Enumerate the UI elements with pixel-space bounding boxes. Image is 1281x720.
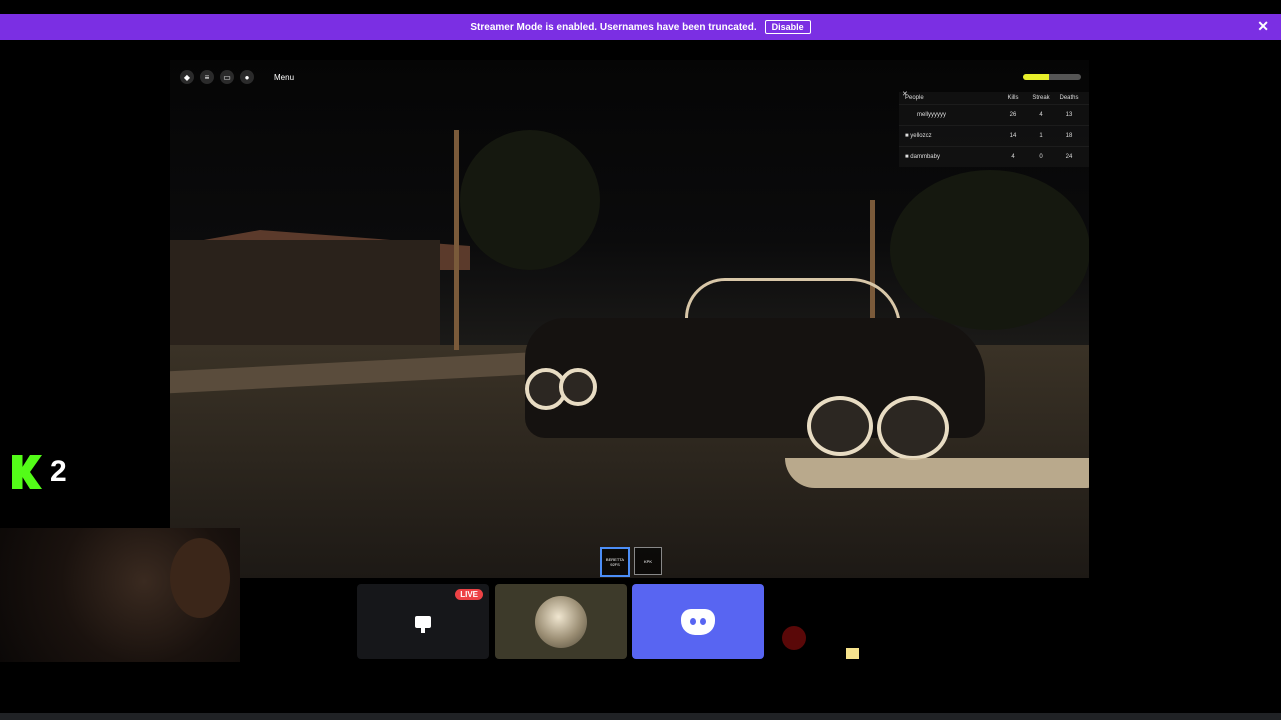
header-kills: Kills — [1007, 95, 1019, 101]
live-badge: LIVE — [455, 589, 483, 600]
leaderboard-row[interactable]: ■ dammbaby 4 0 24 — [899, 146, 1089, 167]
player-deaths: 18 — [1065, 133, 1073, 139]
tree — [460, 130, 600, 270]
hotbar-slot-kpk[interactable]: KPK — [634, 547, 662, 575]
disable-button[interactable]: Disable — [764, 20, 811, 34]
player-name: ■ dammbaby — [905, 154, 999, 160]
headlight — [559, 368, 597, 406]
player-name-text: yellozcz — [910, 133, 932, 139]
microphone-icon[interactable]: ● — [240, 70, 254, 84]
close-icon[interactable]: ✕ — [1257, 18, 1269, 35]
player-kills: 4 — [1011, 154, 1015, 160]
streamer-mode-banner: Streamer Mode is enabled. Usernames have… — [0, 14, 1281, 40]
headlight — [877, 396, 949, 460]
player-name: mellyyyyyy — [917, 112, 947, 118]
house — [170, 240, 440, 350]
roblox-icon[interactable]: ◆ — [180, 70, 194, 84]
player-kills: 26 — [1009, 112, 1017, 118]
health-fill — [1023, 74, 1050, 80]
player-kills: 14 — [1009, 133, 1017, 139]
monitor-icon — [415, 615, 431, 633]
player-deaths: 24 — [1065, 154, 1073, 160]
kick-logo-icon — [12, 455, 42, 489]
player-deaths: 13 — [1065, 112, 1073, 118]
chat-icon[interactable]: ▭ — [220, 70, 234, 84]
hotbar-slot-beretta[interactable]: BERETTA 92FS — [600, 547, 630, 577]
game-topbar: ◆ ≡ ▭ ● Menu — [180, 70, 294, 84]
streamer-face — [170, 538, 230, 618]
menu-label[interactable]: Menu — [274, 73, 294, 82]
player-streak: 0 — [1039, 154, 1043, 160]
participant-tile[interactable] — [495, 584, 627, 659]
player-streak: 1 — [1039, 133, 1043, 139]
car-bumper — [785, 458, 1089, 488]
kick-number: 2 — [50, 455, 67, 488]
leaderboard-row[interactable]: mellyyyyyy 26 4 13 — [899, 104, 1089, 125]
lowrider-car — [525, 278, 1089, 518]
yellow-overlay-icon — [846, 648, 859, 659]
leaderboard: ✕ People Kills Streak Deaths mellyyyyyy … — [899, 90, 1089, 167]
webcam-feed — [0, 528, 240, 662]
player-name-text: dammbaby — [910, 154, 940, 160]
discord-icon — [681, 608, 715, 635]
utility-pole — [454, 130, 459, 350]
taskbar — [0, 713, 1281, 720]
headlight — [807, 396, 873, 456]
header-people: People — [905, 95, 924, 101]
red-overlay-icon — [782, 626, 806, 650]
banner-message: Streamer Mode is enabled. Usernames have… — [470, 21, 757, 33]
header-streak: Streak — [1032, 95, 1050, 101]
hamburger-icon[interactable]: ≡ — [200, 70, 214, 84]
player-name: ■ yellozcz — [905, 133, 999, 139]
weapon-hotbar: BERETTA 92FS KPK — [600, 547, 662, 577]
leaderboard-row[interactable]: ■ yellozcz 14 1 18 — [899, 125, 1089, 146]
player-streak: 4 — [1039, 112, 1043, 118]
kick-overlay: 2 — [12, 455, 67, 489]
close-icon[interactable]: ✕ — [902, 90, 908, 98]
game-viewport[interactable]: ◆ ≡ ▭ ● Menu ✕ People Kills Streak Death… — [170, 60, 1089, 578]
discord-tile[interactable] — [632, 584, 764, 659]
avatar — [535, 595, 587, 648]
screen-share-tile[interactable]: LIVE — [357, 584, 489, 659]
header-deaths: Deaths — [1059, 95, 1079, 101]
health-bar — [1023, 74, 1081, 80]
leaderboard-header: People Kills Streak Deaths — [899, 92, 1089, 104]
